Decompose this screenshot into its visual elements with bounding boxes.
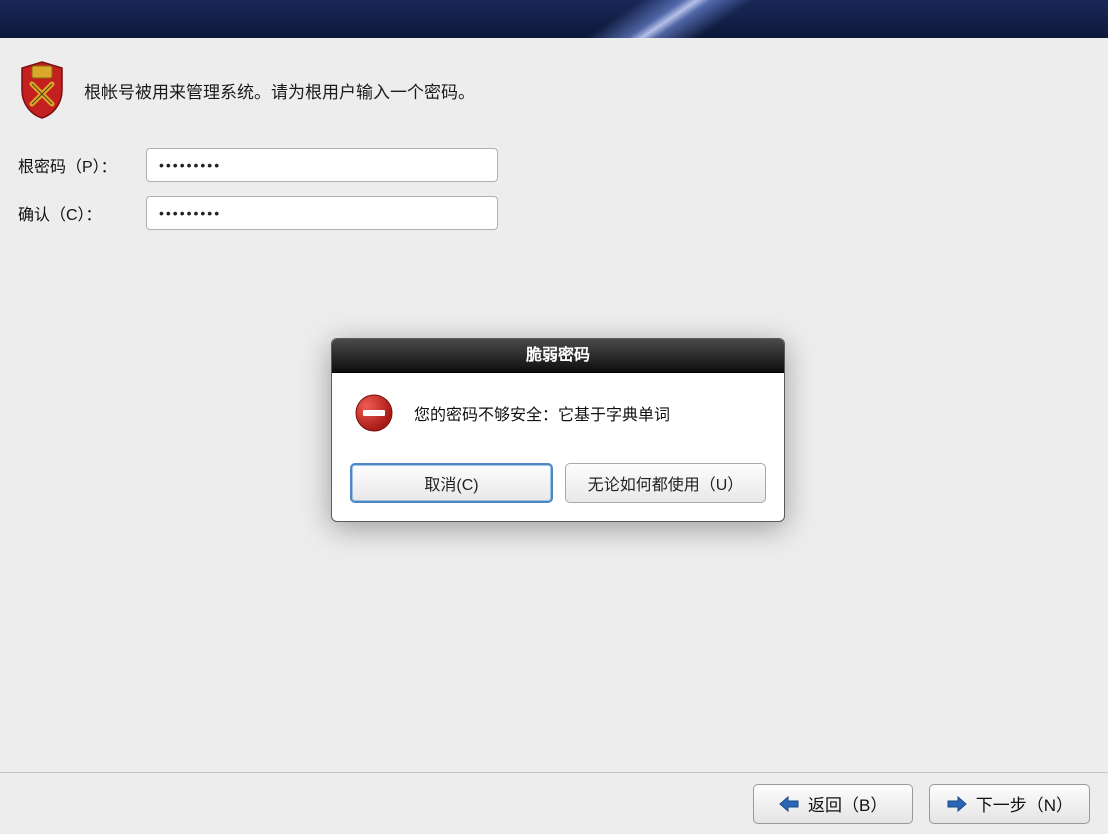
back-button[interactable]: 返回（B）: [753, 784, 913, 824]
dialog-button-row: 取消(C) 无论如何都使用（U）: [332, 443, 784, 521]
footer-nav: 返回（B） 下一步（N）: [0, 772, 1108, 834]
cancel-button[interactable]: 取消(C): [350, 463, 553, 503]
dialog-body: 您的密码不够安全：它基于字典单词: [332, 373, 784, 443]
next-button-label: 下一步（N）: [976, 791, 1073, 816]
dialog-title: 脆弱密码: [332, 339, 784, 373]
dialog-message: 您的密码不够安全：它基于字典单词: [414, 401, 670, 425]
back-button-label: 返回（B）: [808, 791, 887, 816]
main-content: 根帐号被用来管理系统。请为根用户输入一个密码。 根密码（P）： 确认（C）：: [0, 38, 1108, 266]
use-anyway-button[interactable]: 无论如何都使用（U）: [565, 463, 766, 503]
root-password-input[interactable]: [146, 148, 498, 182]
confirm-password-label: 确认（C）：: [18, 201, 146, 225]
confirm-password-input[interactable]: [146, 196, 498, 230]
confirm-password-row: 确认（C）：: [18, 196, 1090, 230]
password-form: 根密码（P）： 确认（C）：: [18, 148, 1090, 230]
shield-icon: [18, 60, 66, 120]
arrow-left-icon: [778, 795, 800, 813]
weak-password-dialog: 脆弱密码 您的密码不够安全：它基于字典单词 取消(C) 无论如何都使用（U）: [331, 338, 785, 522]
top-banner: [0, 0, 1108, 38]
intro-row: 根帐号被用来管理系统。请为根用户输入一个密码。: [18, 60, 1090, 120]
root-password-label: 根密码（P）：: [18, 153, 146, 177]
intro-text: 根帐号被用来管理系统。请为根用户输入一个密码。: [84, 78, 475, 103]
root-password-row: 根密码（P）：: [18, 148, 1090, 182]
next-button[interactable]: 下一步（N）: [929, 784, 1090, 824]
arrow-right-icon: [946, 795, 968, 813]
error-icon: [354, 393, 394, 433]
banner-flare: [549, 0, 786, 38]
